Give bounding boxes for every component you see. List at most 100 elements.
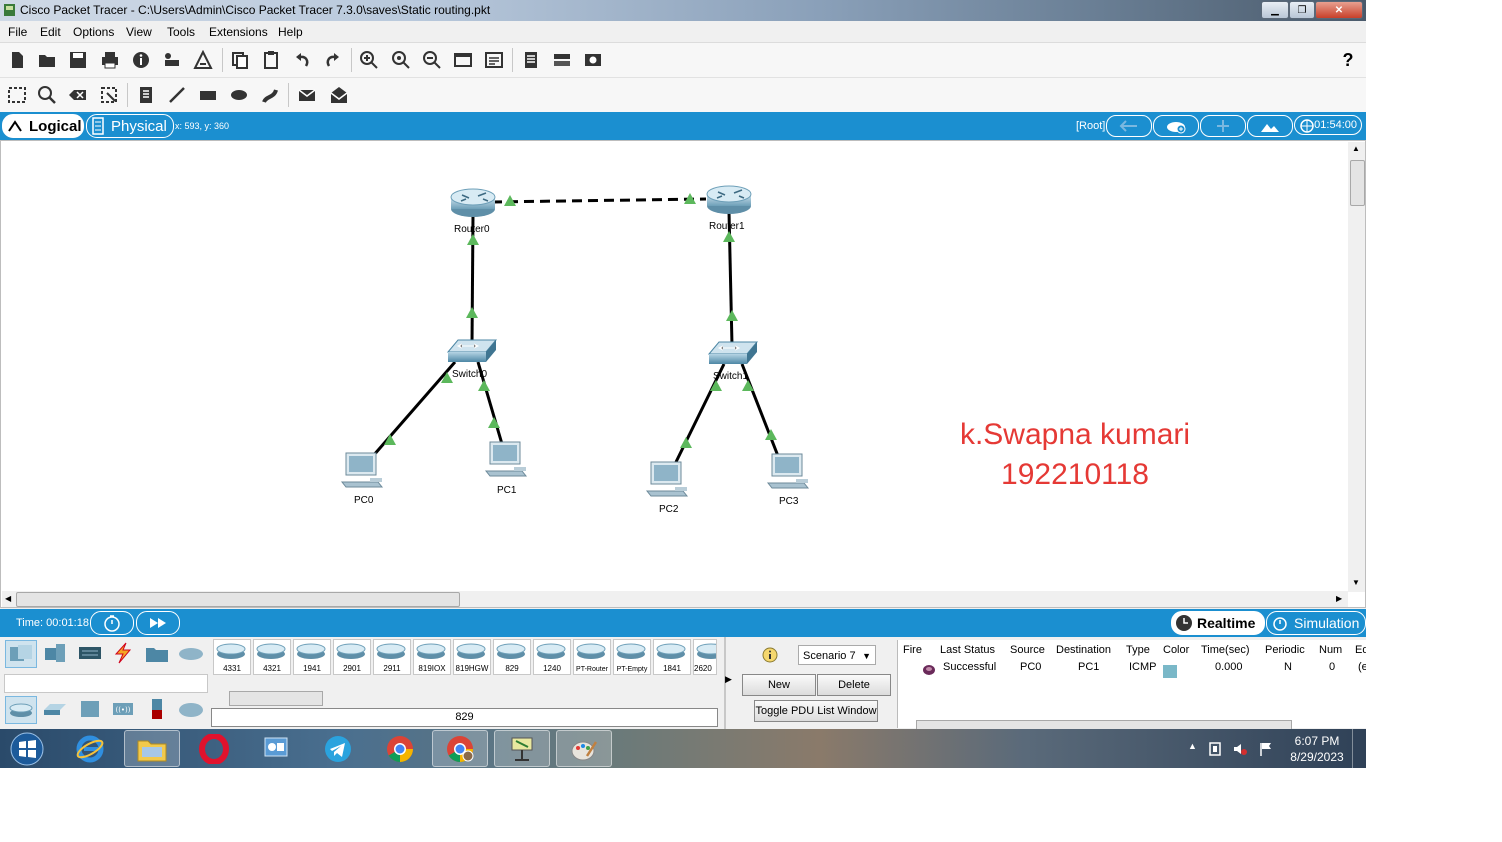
vertical-scrollbar[interactable]: [1348, 142, 1365, 592]
close-button[interactable]: ✕: [1315, 1, 1363, 19]
scenario-info-icon[interactable]: [762, 647, 778, 663]
pc1-icon[interactable]: [484, 441, 528, 477]
column-header[interactable]: Type: [1126, 644, 1150, 656]
volume-muted-icon[interactable]: [1232, 741, 1248, 757]
toggle-pdu-list-button[interactable]: Toggle PDU List Window: [754, 700, 878, 722]
switches-subcategory-icon[interactable]: [40, 696, 70, 722]
column-header[interactable]: Last Status: [940, 644, 995, 656]
taskbar-control-panel[interactable]: [248, 730, 304, 767]
model-pt-empty[interactable]: PT-Empty: [613, 639, 651, 675]
delete-scenario-button[interactable]: Delete: [817, 674, 891, 696]
paste-icon[interactable]: [260, 49, 282, 71]
save-icon[interactable]: [67, 49, 89, 71]
wan-emulation-subcategory-icon[interactable]: [176, 696, 206, 722]
scenario-select[interactable]: Scenario 7 ▼: [798, 645, 876, 665]
column-header[interactable]: Ed: [1355, 644, 1366, 656]
routers-subcategory-icon[interactable]: [5, 696, 37, 724]
taskbar-telegram[interactable]: [310, 730, 366, 767]
zoom-reset-icon[interactable]: [390, 49, 412, 71]
menu-edit[interactable]: Edit: [40, 25, 61, 39]
draw-line-icon[interactable]: [166, 84, 188, 106]
security-subcategory-icon[interactable]: [142, 696, 172, 722]
menu-tools[interactable]: Tools: [167, 25, 195, 39]
show-hidden-icons[interactable]: ▲: [1188, 741, 1197, 751]
router0-icon[interactable]: [450, 188, 496, 217]
column-header[interactable]: Periodic: [1265, 644, 1305, 656]
device-template-icon[interactable]: [551, 49, 573, 71]
custom-device-dialog-icon[interactable]: [483, 49, 505, 71]
resize-shape-icon[interactable]: [98, 84, 120, 106]
root-label[interactable]: [Root]: [1076, 120, 1105, 132]
simulation-mode-button[interactable]: Simulation: [1266, 611, 1366, 635]
draw-ellipse-icon[interactable]: [228, 84, 250, 106]
taskbar-chrome-profile[interactable]: [432, 730, 488, 767]
column-header[interactable]: Time(sec): [1201, 644, 1249, 656]
menu-extensions[interactable]: Extensions: [209, 25, 268, 39]
model-scroll-thumb[interactable]: [229, 691, 323, 706]
components-category-icon[interactable]: [75, 640, 105, 666]
connections-category-icon[interactable]: [108, 640, 138, 666]
model-2911[interactable]: 2911: [373, 639, 411, 675]
maximize-button[interactable]: ❐: [1289, 1, 1315, 19]
action-center-flag-icon[interactable]: [1258, 741, 1274, 757]
viewport-clock[interactable]: 01:54:00: [1294, 115, 1362, 135]
info-icon[interactable]: [130, 49, 152, 71]
menu-options[interactable]: Options: [73, 25, 114, 39]
redo-icon[interactable]: [322, 49, 344, 71]
column-header[interactable]: Source: [1010, 644, 1045, 656]
wireless-subcategory-icon[interactable]: ((•)): [108, 696, 138, 722]
column-header[interactable]: Destination: [1056, 644, 1111, 656]
new-file-icon[interactable]: [6, 49, 28, 71]
taskbar-file-explorer[interactable]: [124, 730, 180, 767]
select-icon[interactable]: [6, 84, 28, 106]
model-4331[interactable]: 4331: [213, 639, 251, 675]
miscellaneous-category-icon[interactable]: [142, 640, 172, 666]
model-1240[interactable]: 1240: [533, 639, 571, 675]
model-1841[interactable]: 1841: [653, 639, 691, 675]
column-header[interactable]: Color: [1163, 644, 1189, 656]
add-simple-pdu-icon[interactable]: [296, 84, 318, 106]
scroll-up-arrow-icon[interactable]: ▲: [1352, 144, 1360, 153]
background-image-button[interactable]: [1247, 115, 1293, 137]
model-2901[interactable]: 2901: [333, 639, 371, 675]
pc0-icon[interactable]: [340, 452, 384, 488]
hubs-subcategory-icon[interactable]: [75, 696, 105, 722]
link-router0-router1[interactable]: [491, 197, 707, 204]
multiuser-category-icon[interactable]: [176, 640, 206, 666]
new-scenario-button[interactable]: New: [742, 674, 816, 696]
model-819iox[interactable]: 819IOX: [413, 639, 451, 675]
model-4321[interactable]: 4321: [253, 639, 291, 675]
taskbar-chrome[interactable]: [372, 730, 428, 767]
pc3-icon[interactable]: [766, 453, 810, 489]
screenshot-icon[interactable]: [582, 49, 604, 71]
menu-file[interactable]: File: [8, 25, 27, 39]
fire-delete-icon[interactable]: [922, 664, 936, 676]
link-switch0-pc0[interactable]: [371, 361, 457, 457]
minimize-button[interactable]: ▁: [1261, 1, 1289, 19]
scroll-right-arrow-icon[interactable]: ▶: [1336, 594, 1342, 603]
system-clock[interactable]: 6:07 PM 8/29/2023: [1284, 733, 1350, 765]
vertical-scroll-thumb[interactable]: [1350, 160, 1365, 206]
taskbar-packet-tracer[interactable]: [494, 730, 550, 767]
new-cluster-button[interactable]: [1153, 115, 1199, 137]
view-command-log-icon[interactable]: [520, 49, 542, 71]
column-header[interactable]: Fire: [903, 644, 922, 656]
power-cycle-button[interactable]: [90, 611, 134, 635]
scroll-down-arrow-icon[interactable]: ▼: [1352, 578, 1360, 587]
table-row[interactable]: Successful PC0 PC1 ICMP 0.000 N 0 (e: [898, 660, 1366, 678]
copy-icon[interactable]: [229, 49, 251, 71]
back-button[interactable]: [1106, 115, 1152, 137]
model-819hgw[interactable]: 819HGW: [453, 639, 491, 675]
edit-cell[interactable]: (e: [1358, 661, 1366, 673]
draw-rectangle-icon[interactable]: [197, 84, 219, 106]
add-complex-pdu-icon[interactable]: [328, 84, 350, 106]
pc2-icon[interactable]: [645, 461, 689, 497]
zoom-out-icon[interactable]: [421, 49, 443, 71]
model-1941[interactable]: 1941: [293, 639, 331, 675]
device-search-field[interactable]: [4, 674, 208, 693]
network-tray-icon[interactable]: [1208, 741, 1222, 757]
router1-icon[interactable]: [706, 185, 752, 214]
help-icon[interactable]: ?: [1337, 49, 1359, 71]
scroll-left-arrow-icon[interactable]: ◀: [5, 594, 11, 603]
taskbar-internet-explorer[interactable]: [62, 730, 118, 767]
